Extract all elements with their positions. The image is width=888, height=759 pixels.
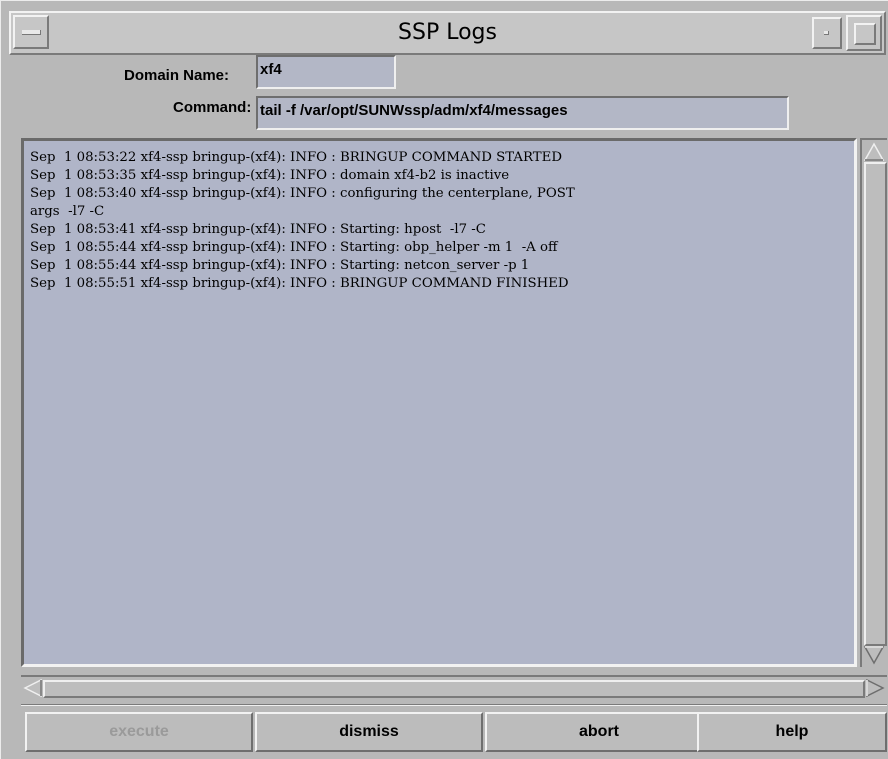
triangle-left-icon[interactable]	[23, 679, 43, 697]
log-output[interactable]: Sep 1 08:53:22 xf4-ssp bringup-(xf4): IN…	[21, 138, 857, 667]
log-line: Sep 1 08:53:22 xf4-ssp bringup-(xf4): IN…	[30, 150, 562, 165]
horizontal-scroll-thumb[interactable]	[43, 680, 865, 698]
log-line: Sep 1 08:53:41 xf4-ssp bringup-(xf4): IN…	[30, 222, 486, 237]
domain-name-label: Domain Name:	[124, 67, 230, 84]
help-button[interactable]: help	[697, 712, 887, 752]
dismiss-button[interactable]: dismiss	[255, 712, 483, 752]
execute-button[interactable]: execute	[25, 712, 253, 752]
vertical-scroll-thumb[interactable]	[864, 162, 887, 646]
minimize-icon[interactable]	[812, 17, 842, 49]
log-line: Sep 1 08:55:44 xf4-ssp bringup-(xf4): IN…	[30, 258, 530, 273]
log-line: Sep 1 08:55:44 xf4-ssp bringup-(xf4): IN…	[30, 240, 558, 255]
log-line: Sep 1 08:53:40 xf4-ssp bringup-(xf4): IN…	[30, 186, 575, 201]
vertical-scrollbar[interactable]	[860, 138, 887, 667]
log-line: args -l7 -C	[30, 204, 105, 219]
triangle-right-icon[interactable]	[865, 679, 885, 697]
log-line: Sep 1 08:53:35 xf4-ssp bringup-(xf4): IN…	[30, 168, 510, 183]
window-title: SSP Logs	[398, 20, 497, 45]
maximize-icon[interactable]	[846, 15, 882, 51]
triangle-up-icon[interactable]	[863, 142, 885, 162]
ssp-logs-window: SSP Logs Domain Name: xf4 Command: tail …	[0, 0, 888, 759]
divider	[21, 704, 887, 706]
title-bar[interactable]: SSP Logs	[9, 11, 886, 55]
domain-name-field[interactable]: xf4	[256, 55, 396, 89]
triangle-down-icon[interactable]	[863, 645, 885, 665]
abort-button[interactable]: abort	[485, 712, 713, 752]
log-line: Sep 1 08:55:51 xf4-ssp bringup-(xf4): IN…	[30, 276, 569, 291]
log-text: Sep 1 08:53:22 xf4-ssp bringup-(xf4): IN…	[30, 149, 850, 660]
horizontal-scrollbar[interactable]	[21, 675, 887, 699]
command-label: Command:	[173, 99, 252, 116]
command-field[interactable]: tail -f /var/opt/SUNWssp/adm/xf4/message…	[256, 96, 789, 130]
